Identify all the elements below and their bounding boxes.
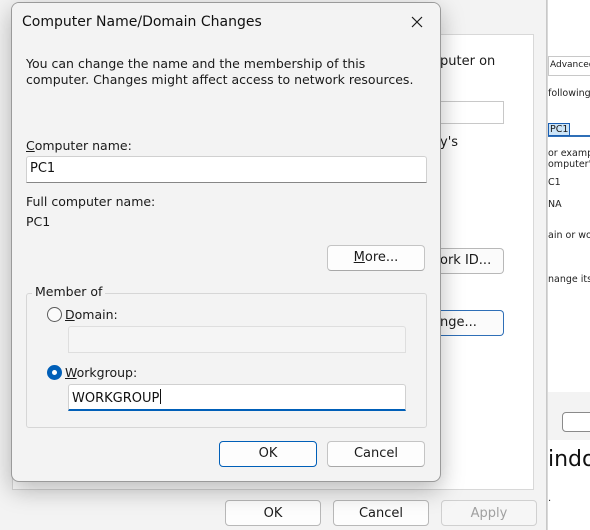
bg-right-text: C1: [548, 177, 561, 188]
workgroup-radio[interactable]: [47, 365, 62, 380]
close-icon: [411, 16, 423, 28]
cancel-button[interactable]: Cancel: [327, 441, 425, 467]
dialog-title: Computer Name/Domain Changes: [22, 14, 262, 30]
computer-name-label: Computer name:: [26, 138, 132, 153]
member-of-label: Member of: [32, 284, 106, 299]
domain-label[interactable]: Domain:: [65, 307, 118, 322]
bg-right-footer-text: indow: [548, 447, 590, 472]
ok-button[interactable]: OK: [219, 441, 317, 467]
bg-right-text: or example: [548, 148, 590, 159]
dialog-title-bar[interactable]: Computer Name/Domain Changes: [12, 3, 440, 43]
dialog-description: You can change the name and the membersh…: [26, 56, 414, 87]
system-properties-ok-button[interactable]: OK: [225, 500, 321, 526]
bg-right-text: following i: [548, 88, 590, 99]
bg-right-field-value: PC1: [548, 123, 571, 136]
change-button[interactable]: nge...: [440, 310, 504, 336]
more-button[interactable]: More...: [327, 245, 425, 271]
bg-example-text: y's: [440, 135, 459, 150]
bg-right-text: nange its d: [548, 274, 590, 285]
bg-right-text: omputer".: [548, 159, 590, 170]
domain-input[interactable]: [68, 326, 406, 353]
domain-radio[interactable]: [47, 307, 62, 322]
computer-name-dialog: Computer Name/Domain Changes You can cha…: [11, 2, 441, 482]
workgroup-input[interactable]: WORKGROUP: [68, 384, 406, 411]
system-properties-cancel-button[interactable]: Cancel: [333, 500, 429, 526]
full-computer-name-label: Full computer name:: [26, 194, 156, 209]
text-caret: [160, 389, 162, 404]
system-properties-apply-button[interactable]: Apply: [441, 500, 537, 526]
workgroup-label[interactable]: Workgroup:: [65, 365, 137, 380]
network-id-button[interactable]: ork ID...: [440, 248, 504, 274]
computer-description-input[interactable]: [440, 101, 504, 124]
bg-right-text: ain or work: [548, 230, 590, 241]
bg-right-button[interactable]: [562, 412, 590, 432]
bg-right-text: NA: [548, 199, 562, 210]
bg-right-field[interactable]: PC1: [548, 123, 590, 137]
tab-advanced[interactable]: Advanced: [548, 56, 590, 76]
computer-name-input[interactable]: PC1: [26, 156, 427, 183]
close-button[interactable]: [394, 3, 440, 41]
workgroup-input-value: WORKGROUP: [72, 391, 160, 406]
bg-right-dot: .: [548, 493, 552, 504]
background-window-right: Advanced following i PC1 or example ompu…: [547, 0, 590, 530]
bg-description-text: puter on: [440, 54, 496, 69]
full-computer-name-value: PC1: [26, 214, 51, 229]
